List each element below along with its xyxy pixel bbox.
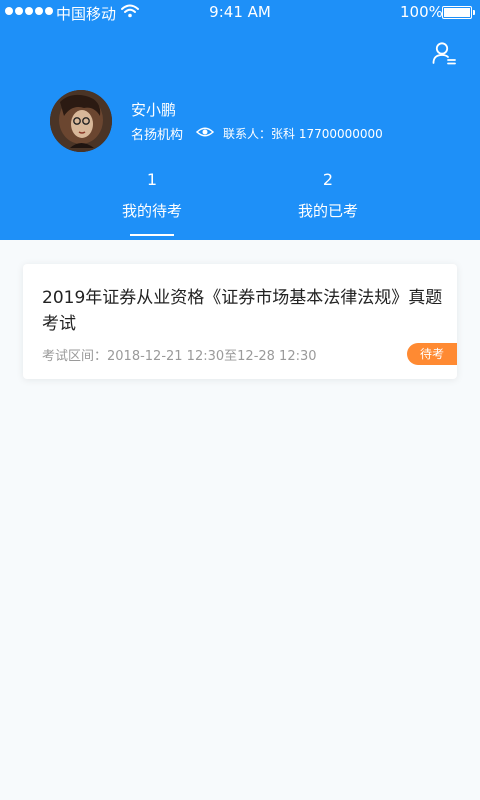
status-bar: 中国移动 9:41 AM 100%: [0, 0, 480, 24]
exam-time-range: 考试区间：2018-12-21 12:30至12-28 12:30: [42, 349, 317, 364]
user-name: 安小鹏: [131, 101, 177, 119]
contact-info: 联系人：张科 17700000000: [223, 127, 383, 141]
avatar[interactable]: [50, 90, 112, 152]
pending-count: 1: [146, 170, 158, 189]
tab-pending-label: 我的待考: [121, 202, 182, 220]
exam-title: 2019年证券从业资格《证券市场基本法律法规》真题考试: [42, 288, 443, 334]
exam-card[interactable]: 2019年证券从业资格《证券市场基本法律法规》真题考试 考试区间：2018-12…: [23, 264, 457, 379]
status-badge: 待考: [407, 343, 457, 365]
organization-name: 名扬机构: [131, 128, 184, 143]
eye-icon[interactable]: [196, 126, 214, 138]
user-profile-icon[interactable]: [431, 40, 457, 66]
completed-count: 2: [322, 170, 334, 189]
battery-icon: [442, 6, 475, 19]
active-tab-indicator: [130, 234, 174, 236]
tab-completed-exams[interactable]: 2 我的已考: [248, 170, 408, 221]
tab-completed-label: 我的已考: [297, 202, 358, 220]
battery-percent: 100%: [400, 3, 443, 21]
header: 中国移动 9:41 AM 100% 安小鹏 名扬机构 联系人：张科 177000…: [0, 0, 480, 240]
tab-pending-exams[interactable]: 1 我的待考: [72, 170, 232, 221]
